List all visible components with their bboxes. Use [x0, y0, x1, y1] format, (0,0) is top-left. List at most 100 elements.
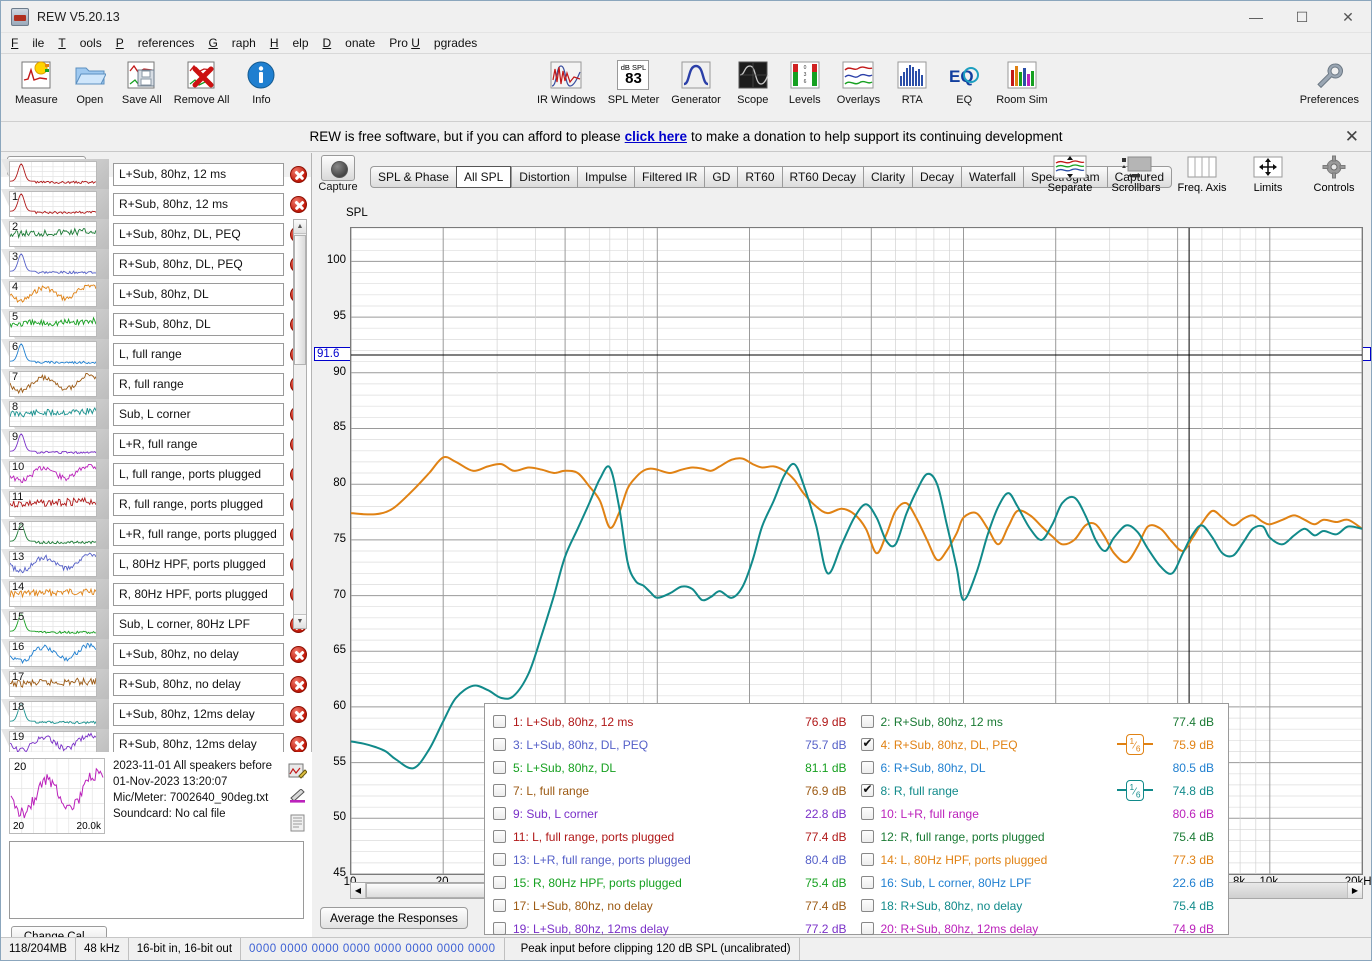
measurement-row[interactable]: 1R+Sub, 80hz, 12 ms	[1, 189, 312, 219]
delete-measurement-button[interactable]	[284, 706, 312, 723]
measurement-row[interactable]: 3R+Sub, 80hz, DL, PEQ	[1, 249, 312, 279]
legend-checkbox[interactable]	[493, 899, 506, 912]
legend-item[interactable]: 8: R, full range1⁄674.8 dB	[857, 779, 1225, 802]
hscroll-left-arrow[interactable]: ◀	[351, 883, 366, 898]
measurement-row[interactable]: 2L+Sub, 80hz, DL, PEQ	[1, 219, 312, 249]
close-button[interactable]: ✕	[1325, 1, 1371, 33]
tab-all-spl[interactable]: All SPL	[456, 166, 511, 188]
capture-button[interactable]: Capture	[312, 155, 364, 193]
legend-checkbox[interactable]	[493, 876, 506, 889]
measurement-name-field[interactable]: L, 80Hz HPF, ports plugged	[113, 553, 284, 576]
measurement-list-scrollbar[interactable]: ▲ ▼	[293, 219, 307, 629]
generator-button[interactable]: Generator	[665, 58, 727, 106]
measurement-row[interactable]: 16L+Sub, 80hz, no delay	[1, 639, 312, 669]
measurement-name-field[interactable]: L+Sub, 80hz, DL	[113, 283, 284, 306]
measurement-name-field[interactable]: L, full range, ports plugged	[113, 463, 284, 486]
legend-checkbox[interactable]	[861, 876, 874, 889]
measurement-name-field[interactable]: R+Sub, 80hz, no delay	[113, 673, 284, 696]
tab-clarity[interactable]: Clarity	[863, 166, 912, 188]
delete-measurement-button[interactable]	[284, 166, 312, 183]
save-all-button[interactable]: Save All	[116, 58, 168, 106]
legend-checkbox[interactable]	[493, 738, 506, 751]
measurement-row[interactable]: 12L+R, full range, ports plugged	[1, 519, 312, 549]
measurement-thumbnail[interactable]: 18	[1, 699, 109, 729]
measurement-thumbnail[interactable]: 10	[1, 459, 109, 489]
measurement-row[interactable]: 6L, full range	[1, 339, 312, 369]
hscroll-right-arrow[interactable]: ▶	[1347, 883, 1362, 898]
overlays-button[interactable]: Overlays	[831, 58, 886, 106]
measurement-thumbnail[interactable]: 4	[1, 279, 109, 309]
tab-gd[interactable]: GD	[704, 166, 737, 188]
menu-item-pro-upgrades[interactable]: Pro Upgrades	[389, 36, 477, 50]
measurement-row[interactable]: 18L+Sub, 80hz, 12ms delay	[1, 699, 312, 729]
menu-item-file[interactable]: File	[11, 36, 44, 50]
legend-checkbox[interactable]	[861, 807, 874, 820]
delete-measurement-button[interactable]	[284, 736, 312, 753]
legend-checkbox[interactable]	[493, 784, 506, 797]
legend-item[interactable]: 1: L+Sub, 80hz, 12 ms76.9 dB	[489, 710, 857, 733]
measurement-row[interactable]: 4L+Sub, 80hz, DL	[1, 279, 312, 309]
notes-icon[interactable]	[289, 814, 306, 835]
open-button[interactable]: Open	[64, 58, 116, 106]
measurement-row[interactable]: 15Sub, L corner, 80Hz LPF	[1, 609, 312, 639]
banner-close-icon[interactable]: ✕	[1345, 127, 1359, 147]
legend-checkbox[interactable]	[493, 807, 506, 820]
legend-item[interactable]: 7: L, full range76.9 dB	[489, 779, 857, 802]
measurement-thumbnail[interactable]: 17	[1, 669, 109, 699]
scroll-thumb[interactable]	[294, 235, 306, 365]
legend-item[interactable]: 15: R, 80Hz HPF, ports plugged75.4 dB	[489, 871, 857, 894]
measurement-row[interactable]: 9L+R, full range	[1, 429, 312, 459]
measurement-thumbnail[interactable]: 3	[1, 249, 109, 279]
measurement-name-field[interactable]: L+Sub, 80hz, DL, PEQ	[113, 223, 284, 246]
freq-axis-button[interactable]: Freq. Axis	[1169, 153, 1235, 194]
measurement-row[interactable]: 14R, 80Hz HPF, ports plugged	[1, 579, 312, 609]
measurement-row[interactable]: 8Sub, L corner	[1, 399, 312, 429]
average-responses-button[interactable]: Average the Responses	[320, 907, 468, 929]
tab-waterfall[interactable]: Waterfall	[961, 166, 1023, 188]
measurement-legend[interactable]: 1: L+Sub, 80hz, 12 ms76.9 dB2: R+Sub, 80…	[484, 703, 1229, 935]
legend-checkbox[interactable]	[493, 853, 506, 866]
measurement-row[interactable]: L+Sub, 80hz, 12 ms	[1, 159, 312, 189]
smoothing-badge[interactable]: 1⁄6	[1117, 734, 1154, 755]
legend-checkbox[interactable]	[861, 715, 874, 728]
tab-filtered-ir[interactable]: Filtered IR	[634, 166, 704, 188]
menu-item-help[interactable]: Help	[270, 36, 309, 50]
measurement-name-field[interactable]: Sub, L corner	[113, 403, 284, 426]
measurement-thumbnail[interactable]: 12	[1, 519, 109, 549]
preferences-button[interactable]: Preferences	[1294, 58, 1365, 106]
measurement-name-field[interactable]: L+Sub, 80hz, 12ms delay	[113, 703, 284, 726]
smoothing-badge[interactable]: 1⁄6	[1117, 780, 1154, 801]
selected-measurement-thumbnail[interactable]: 20 20 20.0k	[9, 758, 105, 834]
measure-button[interactable]: Measure	[9, 58, 64, 106]
legend-checkbox[interactable]	[861, 784, 874, 797]
rta-button[interactable]: RTA	[886, 58, 938, 106]
menu-item-donate[interactable]: Donate	[323, 36, 376, 50]
delete-measurement-button[interactable]	[284, 646, 312, 663]
measurement-row[interactable]: 17R+Sub, 80hz, no delay	[1, 669, 312, 699]
menu-item-preferences[interactable]: Preferences	[116, 36, 195, 50]
menu-item-graph[interactable]: Graph	[208, 36, 255, 50]
measurement-thumbnail[interactable]: 8	[1, 399, 109, 429]
delete-measurement-button[interactable]	[284, 196, 312, 213]
measurement-name-field[interactable]: R+Sub, 80hz, DL, PEQ	[113, 253, 284, 276]
legend-item[interactable]: 6: R+Sub, 80hz, DL80.5 dB	[857, 756, 1225, 779]
measurement-name-field[interactable]: L, full range	[113, 343, 284, 366]
spl-meter-button[interactable]: dB SPL 83 SPL Meter	[602, 58, 666, 106]
measurement-thumbnail[interactable]: 15	[1, 609, 109, 639]
measurement-row[interactable]: 7R, full range	[1, 369, 312, 399]
ir-windows-button[interactable]: IR Windows	[531, 58, 602, 106]
legend-checkbox[interactable]	[493, 830, 506, 843]
scroll-down-arrow[interactable]: ▼	[294, 614, 306, 628]
maximize-button[interactable]: ☐	[1279, 1, 1325, 33]
controls-button[interactable]: Controls	[1301, 153, 1367, 194]
measurement-name-field[interactable]: R, 80Hz HPF, ports plugged	[113, 583, 284, 606]
legend-item[interactable]: 5: L+Sub, 80hz, DL81.1 dB	[489, 756, 857, 779]
measurement-name-field[interactable]: L+R, full range	[113, 433, 284, 456]
tab-decay[interactable]: Decay	[912, 166, 961, 188]
eq-button[interactable]: EQ EQ	[938, 58, 990, 106]
measurement-thumbnail[interactable]: 11	[1, 489, 109, 519]
scroll-up-arrow[interactable]: ▲	[294, 220, 306, 234]
tab-rt60[interactable]: RT60	[737, 166, 781, 188]
measurement-name-field[interactable]: L+R, full range, ports plugged	[113, 523, 284, 546]
legend-item[interactable]: 16: Sub, L corner, 80Hz LPF22.6 dB	[857, 871, 1225, 894]
